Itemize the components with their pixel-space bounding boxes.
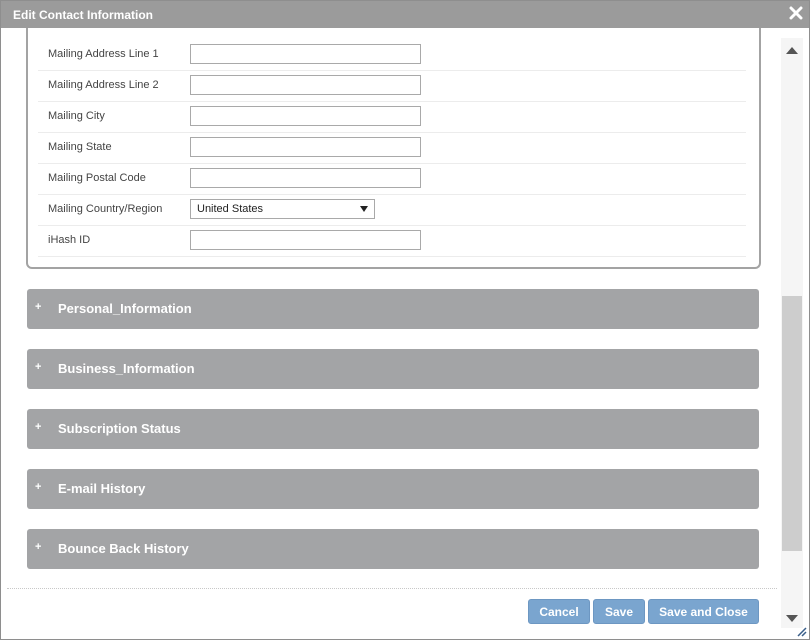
- field-label: Mailing Postal Code: [48, 172, 146, 184]
- footer-divider: [7, 588, 777, 589]
- mailing-address-line-2-input[interactable]: [190, 75, 421, 95]
- form-row: Mailing Postal Code: [38, 163, 746, 195]
- field-label: Mailing Address Line 1: [48, 48, 159, 60]
- form-row: Mailing Address Line 1: [38, 39, 746, 71]
- expand-icon: +: [35, 421, 42, 433]
- field-label: Mailing City: [48, 110, 105, 122]
- scroll-down-icon[interactable]: [786, 615, 798, 622]
- field-label: iHash ID: [48, 234, 91, 246]
- save-and-close-button[interactable]: Save and Close: [648, 599, 759, 624]
- section-title: E-mail History: [58, 481, 146, 496]
- section-bounce-back-history[interactable]: + Bounce Back History: [27, 529, 759, 569]
- field-label: Mailing Country/Region: [48, 203, 163, 215]
- form-row: Mailing City: [38, 101, 746, 133]
- expand-icon: +: [35, 481, 42, 493]
- scroll-up-icon[interactable]: [786, 47, 798, 54]
- mailing-fieldset: Mailing Address Line 1 Mailing Address L…: [26, 28, 761, 269]
- mailing-address-line-1-input[interactable]: [190, 44, 421, 64]
- dialog-title: Edit Contact Information: [13, 8, 153, 22]
- close-icon[interactable]: [789, 6, 803, 20]
- section-title: Bounce Back History: [58, 541, 189, 556]
- mailing-city-input[interactable]: [190, 106, 421, 126]
- save-button[interactable]: Save: [593, 599, 645, 624]
- section-title: Personal_Information: [58, 301, 192, 316]
- expand-icon: +: [35, 301, 42, 313]
- select-value: United States: [197, 203, 264, 215]
- mailing-state-input[interactable]: [190, 137, 421, 157]
- section-subscription-status[interactable]: + Subscription Status: [27, 409, 759, 449]
- cancel-button[interactable]: Cancel: [528, 599, 590, 624]
- section-business-information[interactable]: + Business_Information: [27, 349, 759, 389]
- form-row: Mailing State: [38, 132, 746, 164]
- section-personal-information[interactable]: + Personal_Information: [27, 289, 759, 329]
- section-email-history[interactable]: + E-mail History: [27, 469, 759, 509]
- dialog-titlebar[interactable]: Edit Contact Information: [1, 1, 809, 28]
- chevron-down-icon: [360, 206, 368, 212]
- edit-contact-dialog: Edit Contact Information Mailing Address…: [0, 0, 810, 640]
- scrollbar-thumb[interactable]: [782, 296, 802, 551]
- expand-icon: +: [35, 361, 42, 373]
- expand-icon: +: [35, 541, 42, 553]
- form-row: Mailing Address Line 2: [38, 70, 746, 102]
- form-row: Mailing Country/Region United States: [38, 194, 746, 226]
- resize-grip-icon[interactable]: [795, 625, 807, 637]
- vertical-scrollbar[interactable]: [781, 38, 803, 628]
- field-label: Mailing Address Line 2: [48, 79, 159, 91]
- section-title: Business_Information: [58, 361, 195, 376]
- mailing-postal-code-input[interactable]: [190, 168, 421, 188]
- dialog-content: Mailing Address Line 1 Mailing Address L…: [1, 28, 779, 588]
- form-row: iHash ID: [38, 225, 746, 257]
- ihash-id-input[interactable]: [190, 230, 421, 250]
- field-label: Mailing State: [48, 141, 112, 153]
- section-title: Subscription Status: [58, 421, 181, 436]
- mailing-country-select[interactable]: United States: [190, 199, 375, 219]
